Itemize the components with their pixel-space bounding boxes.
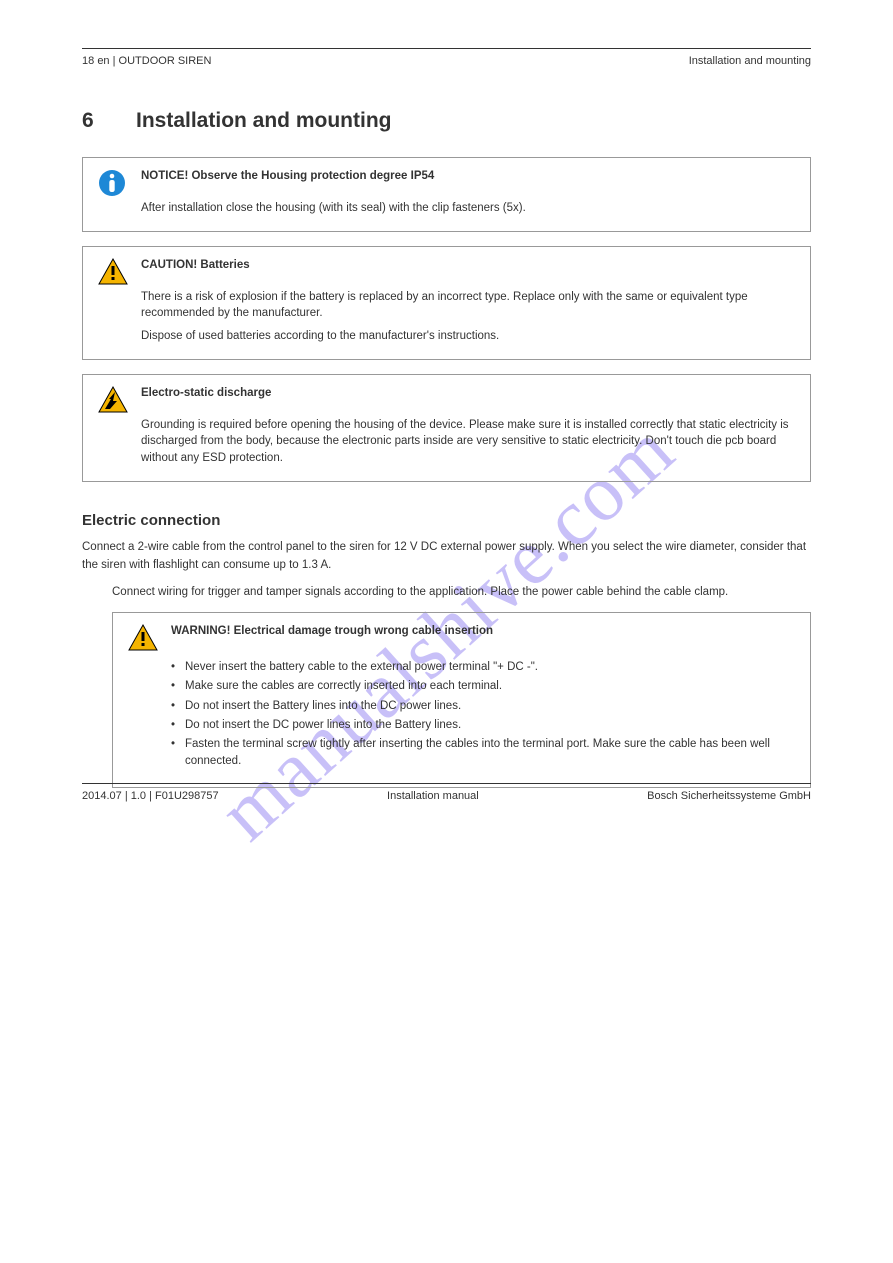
footer-right: Bosch Sicherheitssysteme GmbH: [647, 790, 811, 802]
page-content: 18 en | OUTDOOR SIREN Installation and m…: [0, 0, 893, 842]
header-left: 18 en | OUTDOOR SIREN: [82, 55, 211, 67]
esd-title: Electro-static discharge: [141, 385, 271, 402]
footer-center: Installation manual: [387, 790, 479, 802]
caution-triangle-icon: [97, 257, 131, 287]
para-1: Connect a 2-wire cable from the control …: [82, 539, 811, 575]
footer-rule: [82, 783, 811, 784]
notice-body: After installation close the housing (wi…: [141, 200, 796, 217]
esd-triangle-icon: [97, 385, 131, 415]
warning-box-electrical: WARNING! Electrical damage trough wrong …: [112, 612, 811, 788]
esd-body: Grounding is required before opening the…: [141, 417, 796, 467]
para-2: Connect wiring for trigger and tamper si…: [112, 584, 811, 602]
caution-box-batteries: CAUTION! Batteries There is a risk of ex…: [82, 246, 811, 360]
warning-list: Never insert the battery cable to the ex…: [171, 659, 796, 771]
warning-title: WARNING! Electrical damage trough wrong …: [171, 623, 493, 640]
subheading-electric: Electric connection: [82, 512, 811, 529]
esd-box: Electro-static discharge Grounding is re…: [82, 374, 811, 482]
warning-triangle-icon: [127, 623, 161, 653]
caution-title: CAUTION! Batteries: [141, 257, 250, 274]
list-item: Fasten the terminal screw tightly after …: [171, 736, 796, 771]
list-item: Do not insert the Battery lines into the…: [171, 698, 796, 715]
caution-line-1: There is a risk of explosion if the batt…: [141, 289, 796, 322]
page-footer: 2014.07 | 1.0 | F01U298757 Installation …: [82, 783, 811, 802]
info-icon: [97, 168, 131, 198]
notice-box-ip54: NOTICE! Observe the Housing protection d…: [82, 157, 811, 232]
section-number: 6: [82, 109, 136, 133]
header-rule: [82, 48, 811, 49]
list-item: Never insert the battery cable to the ex…: [171, 659, 796, 676]
header-right: Installation and mounting: [689, 55, 811, 67]
list-item: Make sure the cables are correctly inser…: [171, 678, 796, 695]
footer-left: 2014.07 | 1.0 | F01U298757: [82, 790, 219, 802]
section-title: 6Installation and mounting: [82, 109, 811, 133]
caution-line-2: Dispose of used batteries according to t…: [141, 328, 796, 345]
notice-title: NOTICE! Observe the Housing protection d…: [141, 168, 434, 185]
list-item: Do not insert the DC power lines into th…: [171, 717, 796, 734]
page-header: 18 en | OUTDOOR SIREN Installation and m…: [82, 48, 811, 67]
